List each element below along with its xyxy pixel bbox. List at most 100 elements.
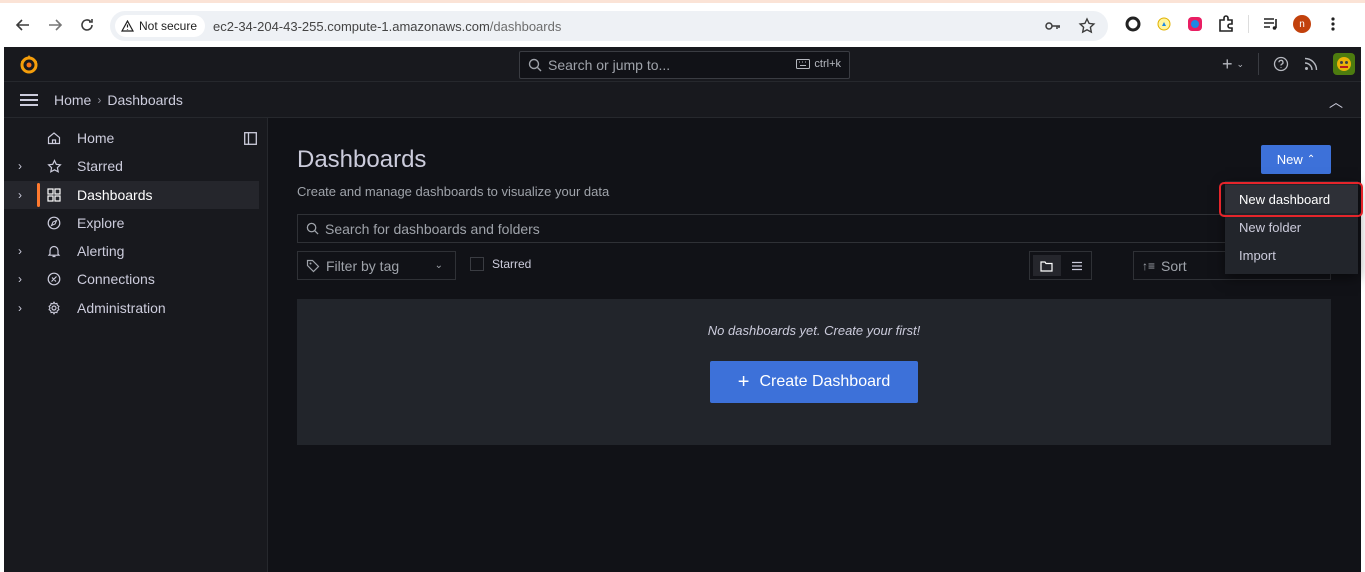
sidebar-item-label: Home bbox=[77, 130, 115, 146]
page-subtitle: Create and manage dashboards to visualiz… bbox=[297, 184, 610, 199]
filter-by-tag-label: Filter by tag bbox=[326, 257, 400, 274]
url-text: ec2-34-204-43-255.compute-1.amazonaws.co… bbox=[213, 19, 561, 34]
bell-icon bbox=[46, 243, 62, 259]
search-icon bbox=[528, 58, 542, 72]
forward-arrow-icon[interactable] bbox=[44, 14, 66, 36]
home-icon bbox=[46, 130, 62, 146]
expand-chevron-icon[interactable]: › bbox=[18, 244, 22, 258]
shortcut-label: ctrl+k bbox=[814, 58, 841, 70]
sidebar-item-alerting[interactable]: › Alerting bbox=[4, 237, 267, 265]
folder-view-icon[interactable] bbox=[1033, 255, 1061, 276]
apps-icon bbox=[46, 187, 62, 203]
toolbar-divider bbox=[1248, 15, 1249, 33]
menu-hamburger-icon[interactable] bbox=[20, 93, 38, 106]
filter-by-tag-select[interactable]: Filter by tag ⌄ bbox=[297, 251, 456, 280]
plus-icon: + bbox=[737, 370, 750, 393]
search-shortcut-hint: ctrl+k bbox=[796, 58, 841, 70]
chevron-down-icon[interactable]: ⌄ bbox=[1236, 59, 1244, 70]
expand-chevron-icon[interactable]: › bbox=[18, 301, 22, 315]
empty-state-panel: No dashboards yet. Create your first! + … bbox=[297, 299, 1331, 445]
highlight-annotation-box bbox=[1219, 182, 1363, 217]
list-view-icon[interactable] bbox=[1064, 252, 1092, 279]
side-menu: Home › Starred › Dashboards Explore › Al… bbox=[4, 118, 268, 572]
dashboard-search-placeholder: Search for dashboards and folders bbox=[325, 220, 540, 237]
chevron-up-icon: ⌃ bbox=[1306, 154, 1316, 165]
new-button-label: New bbox=[1276, 152, 1303, 167]
screen: Not secure ec2-34-204-43-255.compute-1.a… bbox=[0, 0, 1365, 572]
media-queue-icon[interactable] bbox=[1262, 15, 1280, 33]
breadcrumb-current: Dashboards bbox=[107, 91, 183, 108]
profile-avatar[interactable]: n bbox=[1293, 15, 1311, 33]
tab-strip-edge bbox=[0, 0, 1365, 3]
browser-toolbar: Not secure ec2-34-204-43-255.compute-1.a… bbox=[0, 0, 1365, 47]
menu-item-import[interactable]: Import bbox=[1225, 241, 1358, 269]
new-button[interactable]: New ⌃ bbox=[1261, 145, 1331, 174]
url-host: ec2-34-204-43-255.compute-1.amazonaws.co… bbox=[213, 18, 490, 34]
cog-icon bbox=[46, 300, 62, 316]
sidebar-item-label: Administration bbox=[77, 299, 166, 316]
expand-chevron-icon[interactable]: › bbox=[18, 188, 22, 202]
page-title: Dashboards bbox=[297, 146, 427, 173]
sidebar-item-explore[interactable]: Explore bbox=[4, 209, 267, 237]
sidebar-item-dashboards[interactable]: › Dashboards bbox=[4, 180, 259, 209]
sidebar-item-label: Dashboards bbox=[77, 186, 153, 203]
sidebar-item-connections[interactable]: › Connections bbox=[4, 265, 267, 293]
add-plus-icon[interactable]: + bbox=[1222, 54, 1233, 75]
kebab-menu-icon[interactable] bbox=[1324, 15, 1342, 33]
main-content: Dashboards Create and manage dashboards … bbox=[297, 118, 1337, 572]
rss-news-icon[interactable] bbox=[1303, 56, 1319, 72]
chevron-down-icon: ⌄ bbox=[434, 260, 443, 271]
search-or-jump-placeholder: Search or jump to... bbox=[548, 57, 671, 73]
create-dashboard-button[interactable]: + Create Dashboard bbox=[710, 361, 918, 403]
view-toggle bbox=[1029, 251, 1092, 280]
grafana-app: Search or jump to... ctrl+k + ⌄ Home › D… bbox=[4, 47, 1361, 572]
compass-icon bbox=[46, 215, 62, 231]
topbar-divider bbox=[1258, 53, 1259, 75]
extension-compass-icon[interactable] bbox=[1155, 15, 1173, 33]
sort-icon: ↑≡ bbox=[1142, 258, 1156, 273]
search-icon bbox=[306, 222, 319, 235]
expand-chevron-icon[interactable]: › bbox=[18, 159, 22, 173]
security-label: Not secure bbox=[139, 19, 198, 33]
sidebar-item-administration[interactable]: › Administration bbox=[4, 294, 267, 322]
chevron-up-icon[interactable]: ︿ bbox=[1329, 92, 1343, 112]
top-nav-bar: Search or jump to... ctrl+k + ⌄ bbox=[4, 47, 1361, 82]
sort-label: Sort bbox=[1161, 257, 1187, 274]
create-dashboard-label: Create Dashboard bbox=[759, 373, 891, 390]
user-avatar[interactable] bbox=[1333, 53, 1355, 75]
sidebar-item-label: Alerting bbox=[77, 243, 125, 260]
starred-label: Starred bbox=[492, 257, 532, 271]
sidebar-item-label: Connections bbox=[77, 271, 155, 288]
star-icon bbox=[46, 158, 62, 174]
keyboard-icon bbox=[796, 59, 811, 69]
breadcrumb: Home › Dashboards bbox=[54, 92, 183, 108]
starred-checkbox[interactable] bbox=[470, 257, 484, 271]
back-arrow-icon[interactable] bbox=[12, 14, 34, 36]
sidebar-item-starred[interactable]: › Starred bbox=[4, 152, 267, 180]
tag-icon bbox=[306, 259, 320, 272]
url-path: /dashboards bbox=[489, 18, 562, 34]
help-icon[interactable] bbox=[1273, 56, 1289, 72]
breadcrumb-home[interactable]: Home bbox=[54, 92, 91, 108]
breadcrumb-bar: Home › Dashboards ︿ bbox=[4, 82, 1361, 118]
expand-chevron-icon[interactable]: › bbox=[18, 272, 22, 286]
password-key-icon[interactable] bbox=[1044, 17, 1062, 35]
starred-filter[interactable]: Starred bbox=[470, 257, 531, 271]
empty-state-message: No dashboards yet. Create your first! bbox=[707, 323, 921, 338]
sidebar-item-label: Explore bbox=[77, 214, 125, 231]
dashboard-search-input[interactable]: Search for dashboards and folders bbox=[297, 214, 1331, 243]
sidebar-item-label: Starred bbox=[77, 158, 123, 175]
menu-item-new-folder[interactable]: New folder bbox=[1225, 213, 1358, 241]
reload-icon[interactable] bbox=[76, 14, 98, 36]
breadcrumb-separator-icon: › bbox=[97, 92, 102, 107]
warning-icon bbox=[121, 20, 134, 32]
extension-circle-icon[interactable] bbox=[1124, 15, 1142, 33]
address-bar[interactable]: Not secure ec2-34-204-43-255.compute-1.a… bbox=[110, 11, 1108, 41]
search-or-jump-input[interactable]: Search or jump to... ctrl+k bbox=[519, 51, 850, 79]
bookmark-star-icon[interactable] bbox=[1078, 17, 1096, 35]
extensions-puzzle-icon[interactable] bbox=[1217, 15, 1235, 33]
security-chip[interactable]: Not secure bbox=[115, 15, 206, 37]
grafana-logo-icon[interactable] bbox=[18, 53, 40, 75]
extension-color-icon[interactable] bbox=[1186, 15, 1204, 33]
sidebar-item-home[interactable]: Home bbox=[4, 124, 267, 152]
